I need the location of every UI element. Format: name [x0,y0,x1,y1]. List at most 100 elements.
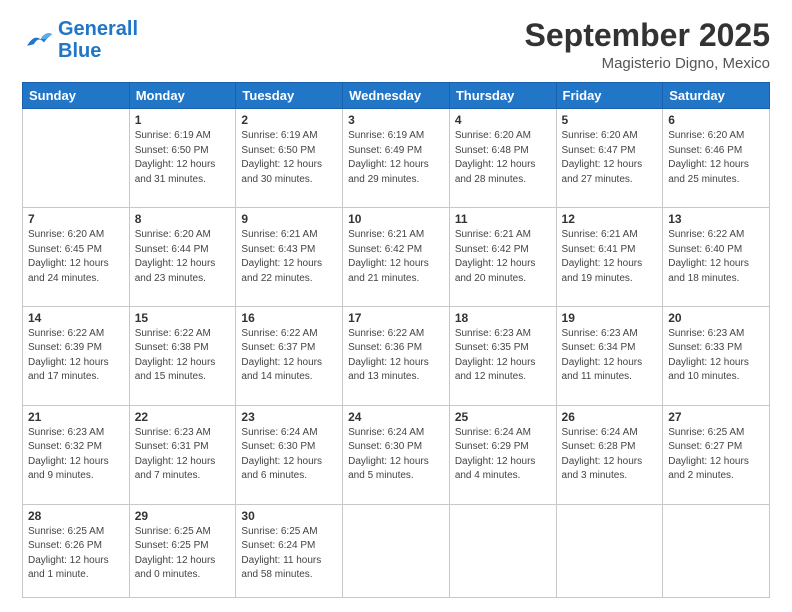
calendar-cell: 18Sunrise: 6:23 AM Sunset: 6:35 PM Dayli… [449,306,556,405]
calendar-cell: 25 Sunrise: 6:24 AM Sunset: 6:29 PM Dayli… [449,405,556,504]
calendar-cell: 26Sunrise: 6:24 AM Sunset: 6:28 PM Dayli… [556,405,663,504]
day-number: 8 [135,212,231,226]
day-info: Sunrise: 6:23 AM Sunset: 6:31 PM Dayligh… [135,426,231,484]
day-info: Sunrise: 6:24 AM Sunset: 6:28 PM Dayligh… [562,426,658,484]
logo: Generall Blue [22,18,138,62]
col-header-wednesday: Wednesday [343,83,450,109]
day-number: 1 [135,113,231,127]
calendar-cell: 21 Sunrise: 6:23 AM Sunset: 6:32 PM Dayli… [23,405,130,504]
calendar-week-2: 7 Sunrise: 6:20 AM Sunset: 6:45 PM Daylig… [23,208,770,307]
day-info: Sunrise: 6:20 AM Sunset: 6:44 PM Dayligh… [135,228,231,286]
day-number: 9 [241,212,337,226]
calendar-cell: 30Sunrise: 6:25 AM Sunset: 6:24 PM Dayli… [236,504,343,597]
day-info: Sunrise: 6:24 AM Sunset: 6:30 PM Dayligh… [241,426,337,484]
col-header-sunday: Sunday [23,83,130,109]
day-number: 7 [28,212,124,226]
day-info: Sunrise: 6:24 AM Sunset: 6:30 PM Dayligh… [348,426,444,484]
day-number: 2 [241,113,337,127]
day-number: 24 [348,410,444,424]
logo-text: Generall Blue [58,18,138,62]
day-number: 10 [348,212,444,226]
calendar-cell [343,504,450,597]
calendar-cell: 14Sunrise: 6:22 AM Sunset: 6:39 PM Dayli… [23,306,130,405]
day-info: Sunrise: 6:19 AM Sunset: 6:50 PM Dayligh… [135,129,231,187]
day-number: 13 [668,212,764,226]
calendar-cell: 1 Sunrise: 6:19 AM Sunset: 6:50 PM Daylig… [129,109,236,208]
day-info: Sunrise: 6:21 AM Sunset: 6:43 PM Dayligh… [241,228,337,286]
day-number: 20 [668,311,764,325]
day-info: Sunrise: 6:25 AM Sunset: 6:25 PM Dayligh… [135,525,231,583]
calendar-cell: 20 Sunrise: 6:23 AM Sunset: 6:33 PM Dayli… [663,306,770,405]
day-info: Sunrise: 6:20 AM Sunset: 6:47 PM Dayligh… [562,129,658,187]
day-number: 4 [455,113,551,127]
calendar-cell: 19Sunrise: 6:23 AM Sunset: 6:34 PM Dayli… [556,306,663,405]
calendar-cell: 13 Sunrise: 6:22 AM Sunset: 6:40 PM Dayli… [663,208,770,307]
day-info: Sunrise: 6:20 AM Sunset: 6:46 PM Dayligh… [668,129,764,187]
day-info: Sunrise: 6:23 AM Sunset: 6:33 PM Dayligh… [668,327,764,385]
day-number: 21 [28,410,124,424]
calendar-cell [556,504,663,597]
day-number: 5 [562,113,658,127]
col-header-monday: Monday [129,83,236,109]
calendar-week-1: 1 Sunrise: 6:19 AM Sunset: 6:50 PM Daylig… [23,109,770,208]
calendar-cell: 15Sunrise: 6:22 AM Sunset: 6:38 PM Dayli… [129,306,236,405]
day-number: 17 [348,311,444,325]
page: Generall Blue September 2025 Magisterio … [0,0,792,612]
calendar-cell: 8 Sunrise: 6:20 AM Sunset: 6:44 PM Daylig… [129,208,236,307]
day-info: Sunrise: 6:20 AM Sunset: 6:48 PM Dayligh… [455,129,551,187]
calendar-cell: 11Sunrise: 6:21 AM Sunset: 6:42 PM Dayli… [449,208,556,307]
calendar-cell [663,504,770,597]
calendar-cell: 16 Sunrise: 6:22 AM Sunset: 6:37 PM Dayli… [236,306,343,405]
title-area: September 2025 Magisterio Digno, Mexico [525,18,770,72]
top-header: Generall Blue September 2025 Magisterio … [22,18,770,72]
day-number: 23 [241,410,337,424]
day-number: 11 [455,212,551,226]
month-title: September 2025 [525,18,770,53]
location-subtitle: Magisterio Digno, Mexico [525,55,770,72]
calendar-cell: 28Sunrise: 6:25 AM Sunset: 6:26 PM Dayli… [23,504,130,597]
col-header-thursday: Thursday [449,83,556,109]
day-info: Sunrise: 6:25 AM Sunset: 6:27 PM Dayligh… [668,426,764,484]
day-number: 12 [562,212,658,226]
day-info: Sunrise: 6:22 AM Sunset: 6:37 PM Dayligh… [241,327,337,385]
calendar-cell: 4 Sunrise: 6:20 AM Sunset: 6:48 PM Daylig… [449,109,556,208]
day-info: Sunrise: 6:22 AM Sunset: 6:39 PM Dayligh… [28,327,124,385]
day-number: 16 [241,311,337,325]
day-info: Sunrise: 6:25 AM Sunset: 6:26 PM Dayligh… [28,525,124,583]
day-info: Sunrise: 6:19 AM Sunset: 6:50 PM Dayligh… [241,129,337,187]
calendar-cell: 9 Sunrise: 6:21 AM Sunset: 6:43 PM Daylig… [236,208,343,307]
day-number: 6 [668,113,764,127]
day-info: Sunrise: 6:22 AM Sunset: 6:36 PM Dayligh… [348,327,444,385]
day-number: 27 [668,410,764,424]
calendar-cell [449,504,556,597]
calendar-cell: 29 Sunrise: 6:25 AM Sunset: 6:25 PM Dayli… [129,504,236,597]
calendar-cell: 24 Sunrise: 6:24 AM Sunset: 6:30 PM Dayli… [343,405,450,504]
day-info: Sunrise: 6:20 AM Sunset: 6:45 PM Dayligh… [28,228,124,286]
day-number: 18 [455,311,551,325]
day-number: 29 [135,509,231,523]
day-info: Sunrise: 6:24 AM Sunset: 6:29 PM Dayligh… [455,426,551,484]
col-header-friday: Friday [556,83,663,109]
calendar-cell: 27 Sunrise: 6:25 AM Sunset: 6:27 PM Dayli… [663,405,770,504]
calendar-cell: 5 Sunrise: 6:20 AM Sunset: 6:47 PM Daylig… [556,109,663,208]
calendar-cell: 12Sunrise: 6:21 AM Sunset: 6:41 PM Dayli… [556,208,663,307]
logo-icon [22,27,54,53]
calendar-week-4: 21 Sunrise: 6:23 AM Sunset: 6:32 PM Dayli… [23,405,770,504]
day-number: 19 [562,311,658,325]
calendar-cell: 2 Sunrise: 6:19 AM Sunset: 6:50 PM Daylig… [236,109,343,208]
day-info: Sunrise: 6:23 AM Sunset: 6:32 PM Dayligh… [28,426,124,484]
day-number: 15 [135,311,231,325]
calendar-header-row: SundayMondayTuesdayWednesdayThursdayFrid… [23,83,770,109]
calendar-cell: 17 Sunrise: 6:22 AM Sunset: 6:36 PM Dayli… [343,306,450,405]
calendar-cell: 7 Sunrise: 6:20 AM Sunset: 6:45 PM Daylig… [23,208,130,307]
day-info: Sunrise: 6:22 AM Sunset: 6:40 PM Dayligh… [668,228,764,286]
calendar: SundayMondayTuesdayWednesdayThursdayFrid… [22,82,770,598]
calendar-cell: 23 Sunrise: 6:24 AM Sunset: 6:30 PM Dayli… [236,405,343,504]
calendar-week-5: 28Sunrise: 6:25 AM Sunset: 6:26 PM Dayli… [23,504,770,597]
day-info: Sunrise: 6:19 AM Sunset: 6:49 PM Dayligh… [348,129,444,187]
calendar-cell: 10 Sunrise: 6:21 AM Sunset: 6:42 PM Dayli… [343,208,450,307]
day-number: 3 [348,113,444,127]
day-number: 22 [135,410,231,424]
day-info: Sunrise: 6:21 AM Sunset: 6:42 PM Dayligh… [348,228,444,286]
day-number: 25 [455,410,551,424]
